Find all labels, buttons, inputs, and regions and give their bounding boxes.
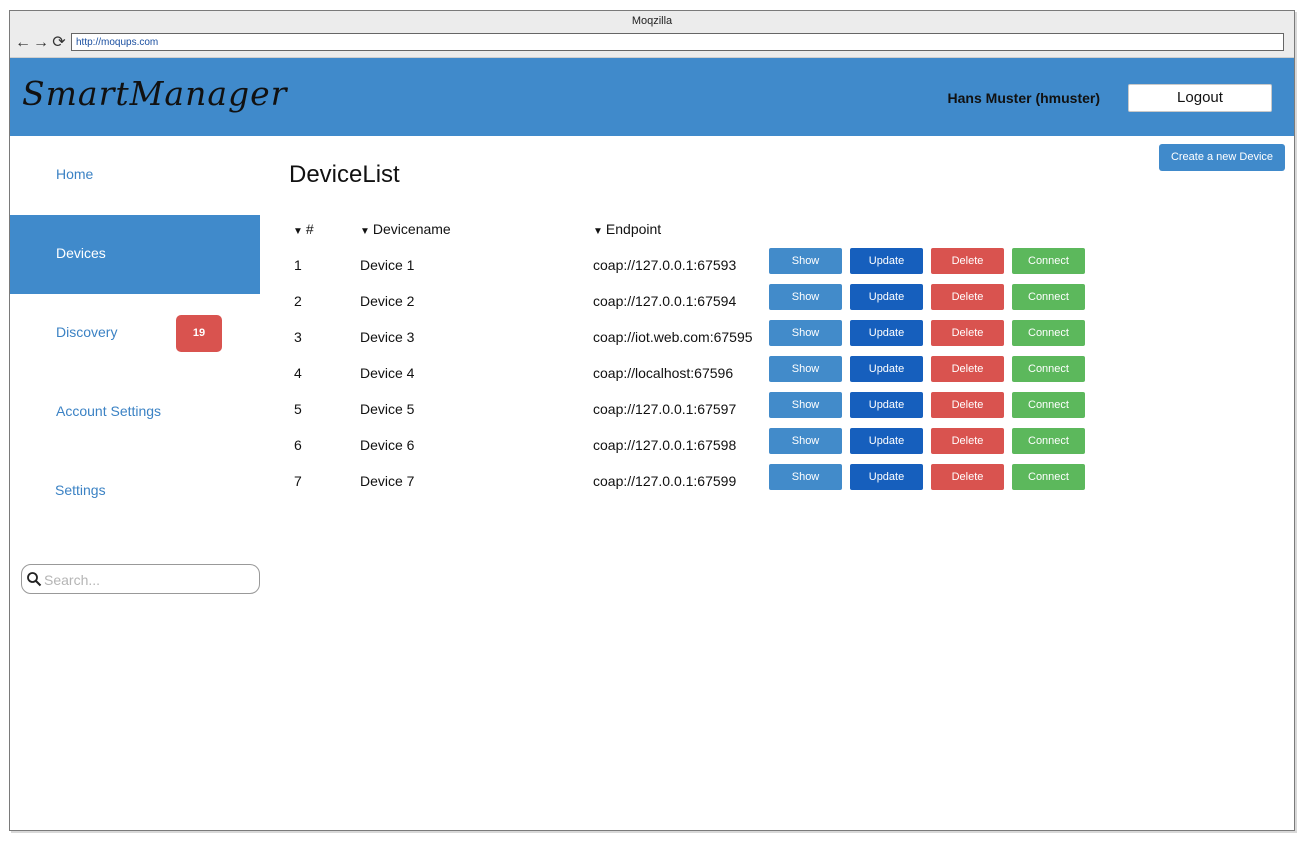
column-header-label: Devicename xyxy=(372,221,451,237)
connect-button[interactable]: Connect xyxy=(1012,284,1085,310)
show-button[interactable]: Show xyxy=(769,392,842,418)
url-input[interactable] xyxy=(71,33,1284,51)
create-device-button[interactable]: Create a new Device xyxy=(1159,144,1285,171)
sidebar-item-devices[interactable]: Devices xyxy=(10,215,260,294)
app-logo: SmartManager xyxy=(22,74,288,113)
device-endpoint: coap://iot.web.com:67595 xyxy=(593,329,753,345)
connect-button[interactable]: Connect xyxy=(1012,320,1085,346)
update-button[interactable]: Update xyxy=(850,248,923,274)
device-endpoint: coap://127.0.0.1:67599 xyxy=(593,473,737,489)
device-name: Device 3 xyxy=(360,329,415,345)
delete-button[interactable]: Delete xyxy=(931,356,1004,382)
update-button[interactable]: Update xyxy=(850,464,923,490)
connect-button[interactable]: Connect xyxy=(1012,392,1085,418)
device-name: Device 2 xyxy=(360,293,415,309)
sort-arrow-icon: ▼ xyxy=(360,226,370,237)
device-name: Device 5 xyxy=(360,401,415,417)
device-name: Device 6 xyxy=(360,437,415,453)
discovery-count-badge: 19 xyxy=(176,315,222,352)
sidebar: Home Devices Discovery 19 Account Settin… xyxy=(10,136,260,830)
sidebar-item-label: Home xyxy=(56,166,94,182)
delete-button[interactable]: Delete xyxy=(931,464,1004,490)
sidebar-item-settings[interactable]: Settings xyxy=(10,452,260,531)
update-button[interactable]: Update xyxy=(850,320,923,346)
connect-button[interactable]: Connect xyxy=(1012,428,1085,454)
window-title: Moqzilla xyxy=(10,11,1294,31)
show-button[interactable]: Show xyxy=(769,248,842,274)
sidebar-item-discovery[interactable]: Discovery 19 xyxy=(10,294,260,373)
app-header: SmartManager Hans Muster (hmuster) Logou… xyxy=(10,58,1294,136)
update-button[interactable]: Update xyxy=(850,356,923,382)
show-button[interactable]: Show xyxy=(769,284,842,310)
device-endpoint: coap://127.0.0.1:67593 xyxy=(593,257,737,273)
column-header-devicename[interactable]: ▼ Devicename xyxy=(360,221,451,237)
column-header-label: Endpoint xyxy=(605,221,662,237)
sort-arrow-icon: ▼ xyxy=(593,226,603,237)
logout-button[interactable]: Logout xyxy=(1128,84,1272,112)
update-button[interactable]: Update xyxy=(850,284,923,310)
device-id: 6 xyxy=(294,437,302,453)
device-id: 3 xyxy=(294,329,302,345)
device-id: 1 xyxy=(294,257,302,273)
device-endpoint: coap://127.0.0.1:67598 xyxy=(593,437,737,453)
update-button[interactable]: Update xyxy=(850,428,923,454)
connect-button[interactable]: Connect xyxy=(1012,248,1085,274)
device-id: 5 xyxy=(294,401,302,417)
connect-button[interactable]: Connect xyxy=(1012,464,1085,490)
show-button[interactable]: Show xyxy=(769,428,842,454)
device-endpoint: coap://localhost:67596 xyxy=(593,365,734,381)
search-input[interactable] xyxy=(42,568,256,592)
page-title: DeviceList xyxy=(289,161,400,188)
device-endpoint: coap://127.0.0.1:67597 xyxy=(593,401,737,417)
search-box xyxy=(21,564,260,594)
show-button[interactable]: Show xyxy=(769,464,842,490)
sidebar-item-label: Settings xyxy=(55,482,106,498)
search-icon xyxy=(27,572,42,587)
column-header-number[interactable]: ▼ # xyxy=(293,221,314,237)
sort-arrow-icon: ▼ xyxy=(293,226,303,237)
user-name: Hans Muster (hmuster) xyxy=(947,90,1100,106)
show-button[interactable]: Show xyxy=(769,320,842,346)
show-button[interactable]: Show xyxy=(769,356,842,382)
address-bar: ← → ⟳ xyxy=(10,31,1294,58)
column-header-label: # xyxy=(305,221,314,237)
column-header-endpoint[interactable]: ▼ Endpoint xyxy=(593,221,661,237)
sidebar-item-account-settings[interactable]: Account Settings xyxy=(10,373,260,452)
device-id: 2 xyxy=(294,293,302,309)
back-arrow-icon[interactable]: ← xyxy=(14,34,32,52)
device-name: Device 1 xyxy=(360,257,415,273)
delete-button[interactable]: Delete xyxy=(931,428,1004,454)
delete-button[interactable]: Delete xyxy=(931,320,1004,346)
delete-button[interactable]: Delete xyxy=(931,248,1004,274)
sidebar-item-home[interactable]: Home xyxy=(10,136,260,215)
device-name: Device 4 xyxy=(360,365,415,381)
sidebar-item-label: Account Settings xyxy=(56,403,162,419)
sidebar-item-label: Discovery xyxy=(56,324,118,340)
forward-arrow-icon[interactable]: → xyxy=(32,34,50,52)
connect-button[interactable]: Connect xyxy=(1012,356,1085,382)
sidebar-item-label: Devices xyxy=(56,245,106,261)
device-endpoint: coap://127.0.0.1:67594 xyxy=(593,293,737,309)
device-name: Device 7 xyxy=(360,473,415,489)
delete-button[interactable]: Delete xyxy=(931,284,1004,310)
update-button[interactable]: Update xyxy=(850,392,923,418)
device-id: 7 xyxy=(294,473,302,489)
device-id: 4 xyxy=(294,365,302,381)
delete-button[interactable]: Delete xyxy=(931,392,1004,418)
reload-icon[interactable]: ⟳ xyxy=(50,34,68,52)
browser-window: Moqzilla ← → ⟳ SmartManager Hans Muster … xyxy=(9,10,1295,831)
